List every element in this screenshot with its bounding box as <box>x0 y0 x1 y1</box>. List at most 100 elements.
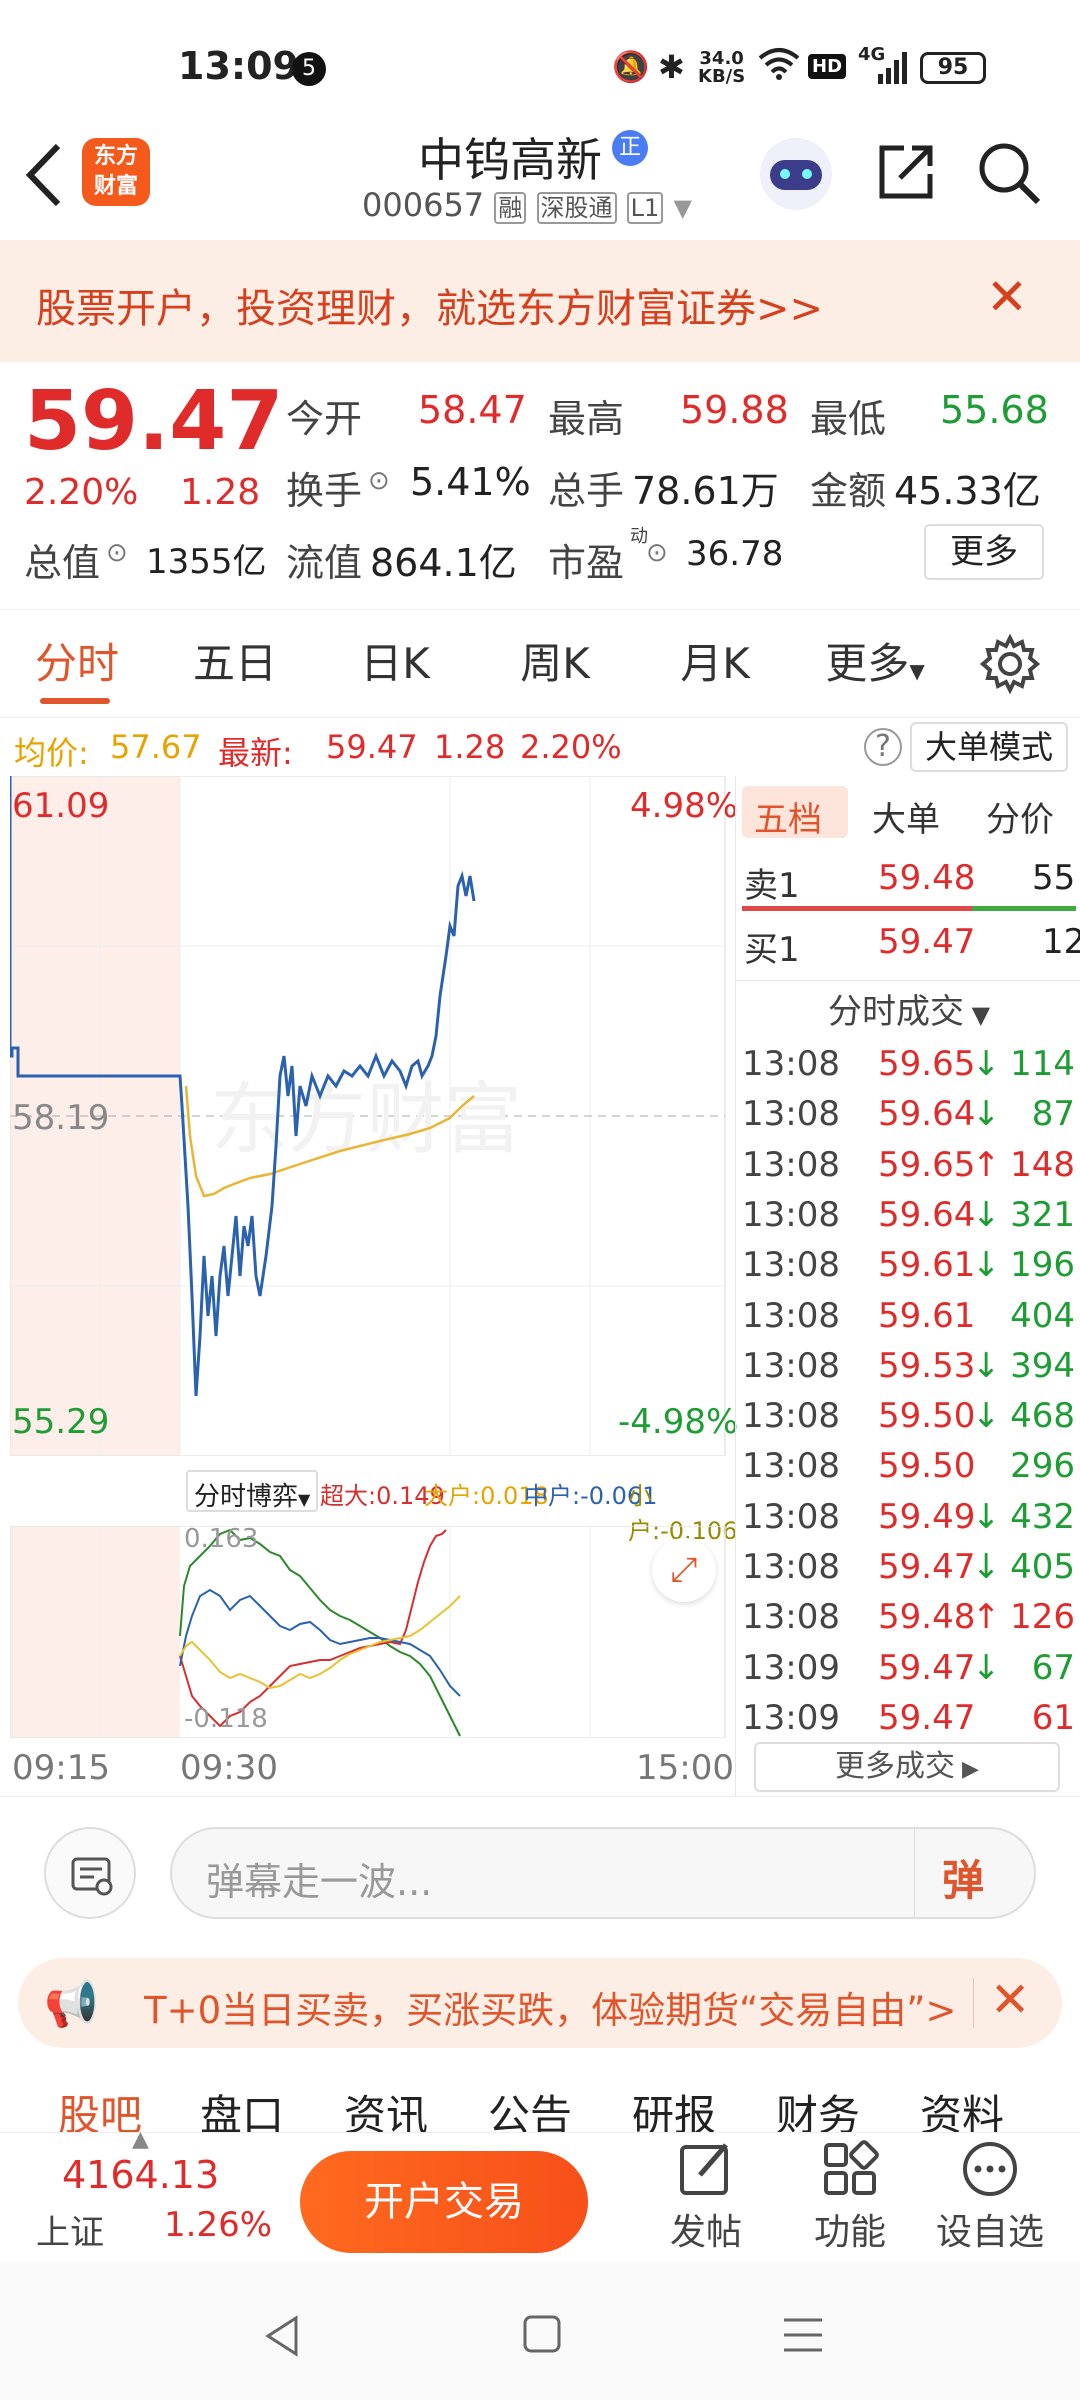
tab-more[interactable]: 更多▼ <box>820 610 930 718</box>
sell1-row: 卖1 59.48 55 <box>744 858 1076 906</box>
price-chart[interactable]: 东方财富 <box>10 776 735 1456</box>
assistant-robot-icon[interactable] <box>760 138 832 210</box>
buy1-row: 买1 59.47 12 <box>744 922 1080 970</box>
tab-finance[interactable]: 财务 <box>776 2082 860 2132</box>
open-label: 今开 <box>286 397 363 441</box>
intraday-chart[interactable]: 东方财富 61.09 58.19 55.29 4.98% -4.98% 分时博弈… <box>0 776 738 1796</box>
settings-gear-icon[interactable] <box>979 633 1041 698</box>
trade-time: 13:09 <box>742 1697 840 1738</box>
trade-volume: 148 <box>1010 1144 1075 1185</box>
trades-title[interactable]: 分时成交 ▼ <box>828 984 990 1033</box>
chart-period-tabs: 分时 五日 日K 周K 月K 更多▼ <box>0 610 1080 718</box>
tab-guba[interactable]: 股吧 <box>58 2082 142 2132</box>
futures-ad-banner[interactable]: 📢 T+0当日买卖，买涨买跌，体验期货“交易自由”> ✕ <box>18 1958 1062 2048</box>
danmu-input[interactable]: 弹幕走一波... 弹 <box>170 1827 1036 1919</box>
latest-value: 59.47 <box>326 728 418 766</box>
change-value: 1.28 <box>180 472 261 513</box>
trade-time: 13:08 <box>742 1245 840 1286</box>
stock-code-row[interactable]: 000657 融 深股通 L1 ▼ <box>362 186 692 224</box>
indicator-header: 分时博弈▼ 超大:0.149 大户:0.018 中户:-0.061 小户:-0.… <box>10 1466 737 1545</box>
back-nav-icon[interactable] <box>262 2314 302 2358</box>
danmu-settings-icon[interactable] <box>44 1827 136 1919</box>
more-trades-button[interactable]: 更多成交 ▶ <box>754 1742 1060 1792</box>
turnover-label: 换手 <box>286 469 363 513</box>
more-button[interactable]: 更多 <box>924 524 1044 580</box>
back-icon[interactable] <box>22 140 66 214</box>
pe-value: 36.78 <box>686 534 784 574</box>
low-value: 55.68 <box>940 388 1049 432</box>
trade-time: 13:08 <box>742 1345 840 1386</box>
info-icon[interactable]: ⊙ <box>106 538 128 568</box>
trade-time: 13:08 <box>742 1144 840 1185</box>
trade-price: 59.49 <box>878 1496 976 1537</box>
x-tick-0915: 09:15 <box>12 1748 110 1788</box>
signal-icon <box>878 52 908 88</box>
collapse-arrow-icon[interactable]: ▲ <box>132 2127 149 2152</box>
danmu-send-button[interactable]: 弹 <box>942 1847 984 1908</box>
promo-banner[interactable]: 股票开户，投资理财，就选东方财富证券>> ✕ <box>0 240 1080 362</box>
trade-volume: 87 <box>1031 1094 1075 1135</box>
info-icon[interactable]: ⊙ <box>646 538 668 568</box>
tab-profile[interactable]: 资料 <box>920 2082 1004 2132</box>
trade-row: 13:08 59.61 ↓ 196 <box>736 1245 1080 1295</box>
tab-pankou[interactable]: 盘口 <box>200 2082 284 2132</box>
mktcap-label: 总值 <box>24 541 101 585</box>
tab-daily-k[interactable]: 日K <box>340 610 450 718</box>
tab-weekly-k[interactable]: 周K <box>500 610 610 718</box>
index-value: 4164.13 <box>62 2153 220 2197</box>
volume-value: 78.61万 <box>632 469 779 513</box>
close-icon[interactable]: ✕ <box>986 268 1028 326</box>
expand-icon[interactable]: ⤢ <box>652 1538 716 1602</box>
trade-direction-icon: ↓ <box>972 1044 1001 1084</box>
content-tabs: 股吧 盘口 资讯 公告 研报 财务 资料 <box>0 2062 1080 2132</box>
trade-row: 13:08 59.50 296 <box>736 1446 1080 1496</box>
home-nav-icon[interactable] <box>522 2314 562 2354</box>
trade-price: 59.64 <box>878 1094 976 1135</box>
add-watchlist-button[interactable]: 设自选 <box>930 2139 1050 2259</box>
tab-five-level[interactable]: 五档 <box>754 792 822 841</box>
trade-row: 13:08 59.64 ↓ 321 <box>736 1195 1080 1245</box>
ad-text: T+0当日买卖，买涨买跌，体验期货“交易自由”> <box>144 1989 957 2032</box>
search-icon[interactable] <box>976 140 1042 210</box>
tab-big-order[interactable]: 大单 <box>872 792 940 841</box>
tab-announcements[interactable]: 公告 <box>488 2082 572 2132</box>
trade-price: 59.47 <box>878 1647 976 1688</box>
tab-five-day[interactable]: 五日 <box>180 610 290 718</box>
trade-direction-icon: ↑ <box>972 1597 1001 1638</box>
high-value: 59.88 <box>680 388 789 432</box>
help-icon[interactable]: ? <box>864 728 902 766</box>
tab-monthly-k[interactable]: 月K <box>660 610 770 718</box>
watermark: 东方财富 <box>210 1075 522 1165</box>
indicator-selector[interactable]: 分时博弈▼ <box>186 1470 319 1512</box>
recents-nav-icon[interactable] <box>782 2316 824 2354</box>
chart-info-line: 均价: 57.67 最新: 59.47 1.28 2.20% ? 大单模式 <box>0 718 1080 776</box>
tab-news[interactable]: 资讯 <box>344 2082 428 2132</box>
app-logo[interactable]: 东方 财富 <box>82 138 150 206</box>
tab-research[interactable]: 研报 <box>632 2082 716 2132</box>
functions-button[interactable]: 功能 <box>800 2139 900 2259</box>
trade-price: 59.53 <box>878 1345 976 1386</box>
bluetooth-icon: ✱ <box>658 48 685 86</box>
share-icon[interactable] <box>874 140 938 208</box>
ad-close-icon[interactable]: ✕ <box>990 1972 1030 2028</box>
quote-panel: 59.47 2.20% 1.28 今开 58.47 最高 59.88 最低 55… <box>0 362 1080 610</box>
indicator-top-value: 0.163 <box>184 1524 259 1554</box>
trade-price: 59.61 <box>878 1295 976 1336</box>
trade-time: 13:08 <box>742 1295 840 1336</box>
axis-bottom-price: 55.29 <box>12 1402 110 1442</box>
trade-row: 13:09 59.47 ↓ 67 <box>736 1648 1080 1698</box>
change-pct: 2.20% <box>24 472 139 513</box>
open-account-trade-button[interactable]: 开户交易 <box>300 2151 588 2253</box>
indicator-chart[interactable] <box>10 1526 735 1738</box>
tab-price-dist[interactable]: 分价 <box>986 792 1054 841</box>
dropdown-icon: ▼ <box>673 194 692 222</box>
trade-direction-icon: ↓ <box>972 1345 1001 1386</box>
info-icon[interactable]: ⊙ <box>368 466 390 496</box>
mktcap-value: 1355亿 <box>146 542 267 582</box>
trade-time: 13:08 <box>742 1547 840 1587</box>
trade-row: 13:08 59.65 ↑ 148 <box>736 1145 1080 1195</box>
post-button[interactable]: 发帖 <box>656 2139 756 2259</box>
pe-label: 市盈 <box>548 541 625 585</box>
big-order-mode-button[interactable]: 大单模式 <box>910 722 1068 772</box>
x-tick-0930: 09:30 <box>180 1748 278 1788</box>
